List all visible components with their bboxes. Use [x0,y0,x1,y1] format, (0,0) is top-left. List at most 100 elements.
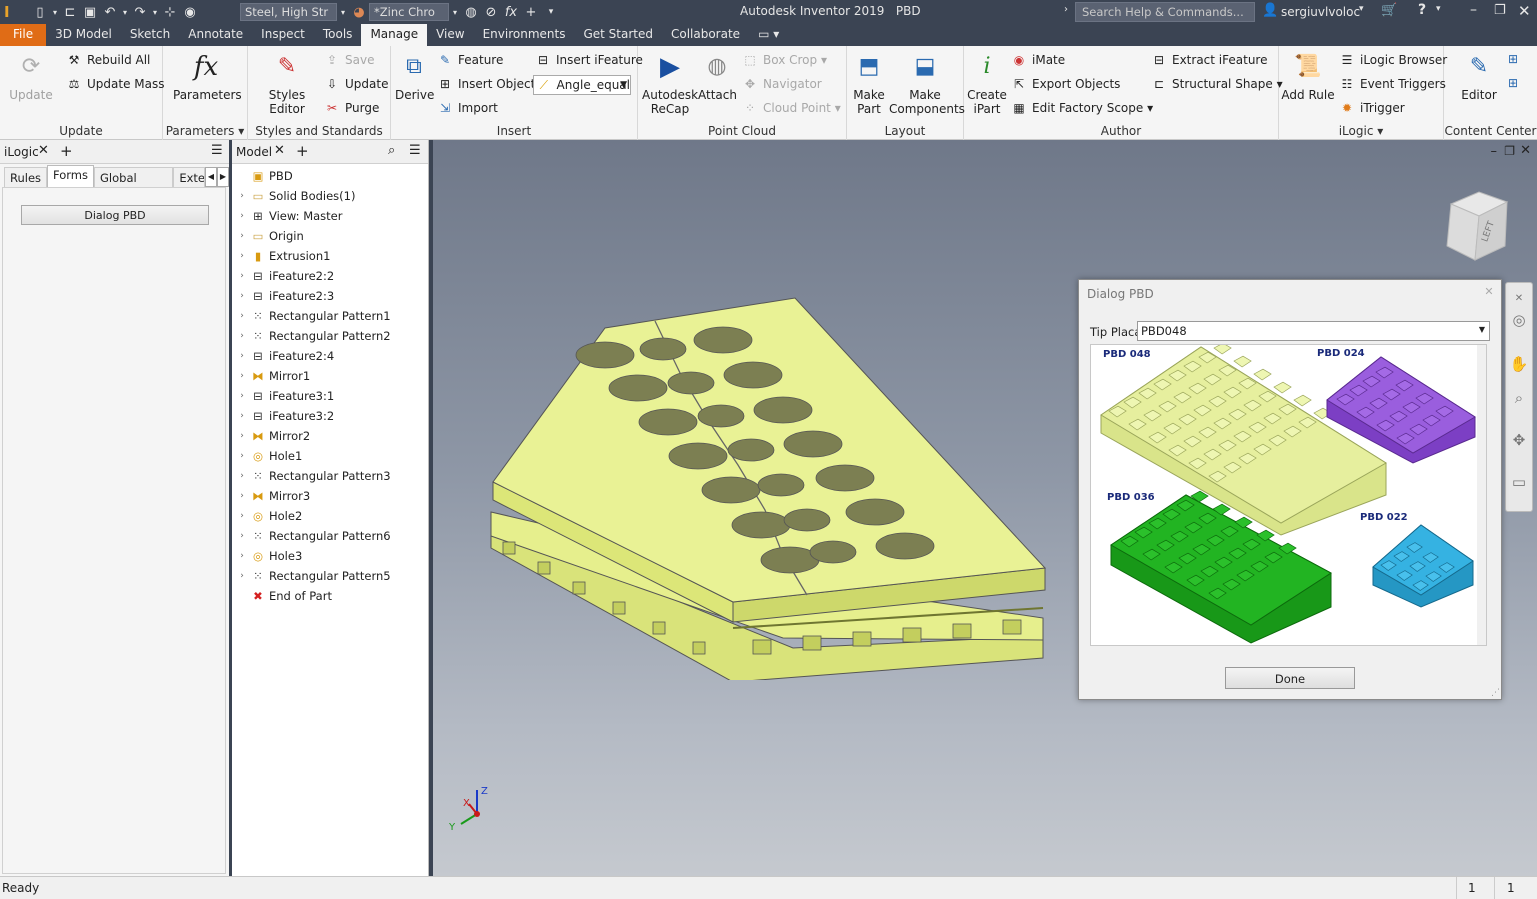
close-icon[interactable]: ✕ [1480,285,1498,301]
tree-item[interactable]: › ⁙ Rectangular Pattern5 [236,566,390,586]
tree-item[interactable]: › ⊟ iFeature3:2 [236,406,334,426]
material-select[interactable]: Steel, High Str [240,3,337,21]
purge-button[interactable]: ✂ Purge [324,100,379,116]
editor-button[interactable]: ✎ Editor [1456,50,1502,103]
material-icon[interactable]: ◉ [180,3,200,21]
tree-item[interactable]: › ⊞ View: Master [236,206,342,226]
tab-3d-model[interactable]: 3D Model [46,24,121,46]
tab-environments[interactable]: Environments [474,24,575,46]
expand-icon[interactable]: › [236,411,248,421]
viewport-restore-icon[interactable]: ❐ [1504,144,1515,158]
parameters-button[interactable]: fx Parameters [173,50,242,102]
tree-item[interactable]: › ⊟ iFeature2:2 [236,266,334,286]
part-model[interactable] [483,290,1053,680]
tree-item[interactable]: › ◎ Hole2 [236,506,302,526]
tab-manage[interactable]: Manage [361,24,428,46]
dropdown-icon[interactable]: ▾ [150,3,160,21]
tip-placa-select[interactable]: PBD048 ▼ [1137,321,1490,341]
export-objects-button[interactable]: ⇱ Export Objects [1011,76,1120,92]
steering-wheel-icon[interactable]: ◎ [1508,309,1530,331]
event-triggers-button[interactable]: ☷ Event Triggers [1339,76,1446,92]
save-style-button[interactable]: ⇪ Save [324,52,375,68]
tab-annotate[interactable]: Annotate [179,24,252,46]
imate-button[interactable]: ◉ iMate [1011,52,1065,68]
undo-icon[interactable]: ↶ [100,3,120,21]
expand-icon[interactable]: › [236,511,248,521]
save-icon[interactable]: ▣ [80,3,100,21]
expand-icon[interactable]: › [236,291,248,301]
menu-icon[interactable]: ☰ [409,143,421,158]
open-icon[interactable]: ⊏ [60,3,80,21]
expand-icon[interactable]: › [236,271,248,281]
insert-object-button[interactable]: ⊞ Insert Object [437,76,535,92]
expand-icon[interactable]: › [236,311,248,321]
cart-icon[interactable]: 🛒 [1381,3,1397,18]
tree-item[interactable]: › ⧓ Mirror3 [236,486,310,506]
dropdown-icon[interactable]: ▾ [1436,4,1441,14]
tree-item[interactable]: › ◎ Hole3 [236,546,302,566]
restore-icon[interactable]: ❐ [1494,3,1506,18]
expand-icon[interactable]: › [236,191,248,201]
dropdown-icon[interactable]: ▾ [337,3,349,21]
cc-publish-icon[interactable]: ⊞ [1508,52,1518,66]
tree-item[interactable]: › ⊟ iFeature2:3 [236,286,334,306]
expand-icon[interactable]: › [236,491,248,501]
chevron-right-icon[interactable]: › [1064,4,1068,15]
insert-ifeature-button[interactable]: ⊟ Insert iFeature [535,52,643,68]
tree-item[interactable]: ▣ PBD [236,166,293,186]
done-button[interactable]: Done [1225,667,1355,689]
close-icon[interactable]: ✕ [274,143,285,158]
update-button[interactable]: ⟳ Update [8,50,54,103]
angle-select[interactable]: ⟋ Angle_equal ▼ [533,75,631,95]
clear-icon[interactable]: ⊘ [481,3,501,21]
scroll-right-icon[interactable]: ▶ [217,167,229,187]
viewcube[interactable]: LEFT [1441,188,1517,268]
expand-icon[interactable]: › [236,571,248,581]
tree-item[interactable]: › ▮ Extrusion1 [236,246,330,266]
tree-item[interactable]: › ◎ Hole1 [236,446,302,466]
rebuild-all-button[interactable]: ⚒ Rebuild All [66,52,151,68]
tab-view[interactable]: View [427,24,473,46]
cc-library-icon[interactable]: ⊞ [1508,76,1518,90]
expand-icon[interactable]: › [236,451,248,461]
styles-editor-button[interactable]: ✎ Styles Editor [252,50,322,117]
make-part-button[interactable]: ⬒ Make Part [849,50,889,117]
tab-collaborate[interactable]: Collaborate [662,24,749,46]
app-logo-icon[interactable]: I [4,3,10,21]
tab-forms[interactable]: Forms [47,165,94,187]
tab-tools[interactable]: Tools [314,24,362,46]
help-icon[interactable]: ? [1418,2,1426,18]
expand-icon[interactable]: › [236,331,248,341]
update-style-button[interactable]: ⇩ Update [324,76,389,92]
expand-icon[interactable]: › [236,371,248,381]
create-ipart-button[interactable]: i Create iPart [966,50,1008,117]
dropdown-icon[interactable]: ▾ [449,3,461,21]
expand-icon[interactable]: › [236,211,248,221]
feature-button[interactable]: ✎ Feature [437,52,503,68]
dialog-titlebar[interactable]: Dialog PBD ✕ [1079,280,1501,306]
expand-icon[interactable]: › [236,471,248,481]
dropdown-icon[interactable]: ▾ [1359,4,1364,14]
tree-item[interactable]: › ⁙ Rectangular Pattern3 [236,466,390,486]
tree-item[interactable]: › ⧓ Mirror2 [236,426,310,446]
dropdown-icon[interactable]: ▾ [120,3,130,21]
search-input[interactable]: Search Help & Commands... [1075,2,1255,22]
navigator-button[interactable]: ✥ Navigator [742,76,822,92]
adjust-icon[interactable]: ◍ [461,3,481,21]
ilogic-browser-button[interactable]: ☰ iLogic Browser [1339,52,1448,68]
expand-icon[interactable]: › [236,431,248,441]
orbit-icon[interactable]: ✥ [1508,429,1530,451]
redo-icon[interactable]: ↷ [130,3,150,21]
expand-icon[interactable]: › [236,391,248,401]
pan-icon[interactable]: ✋ [1508,353,1530,375]
dialog-pbd-form-button[interactable]: Dialog PBD [21,205,209,225]
nav-close-icon[interactable]: ✕ [1508,287,1530,309]
expand-icon[interactable]: › [236,231,248,241]
tab-extra[interactable]: ▭ ▾ [749,24,788,46]
tab-global-forms[interactable]: Global Forms [94,167,174,199]
menu-icon[interactable]: ☰ [211,143,223,158]
add-tab-icon[interactable]: + [296,142,309,160]
add-tab-icon[interactable]: + [60,142,73,160]
cloud-point-button[interactable]: ⁘ Cloud Point ▾ [742,100,841,116]
plus-icon[interactable]: + [521,3,541,21]
